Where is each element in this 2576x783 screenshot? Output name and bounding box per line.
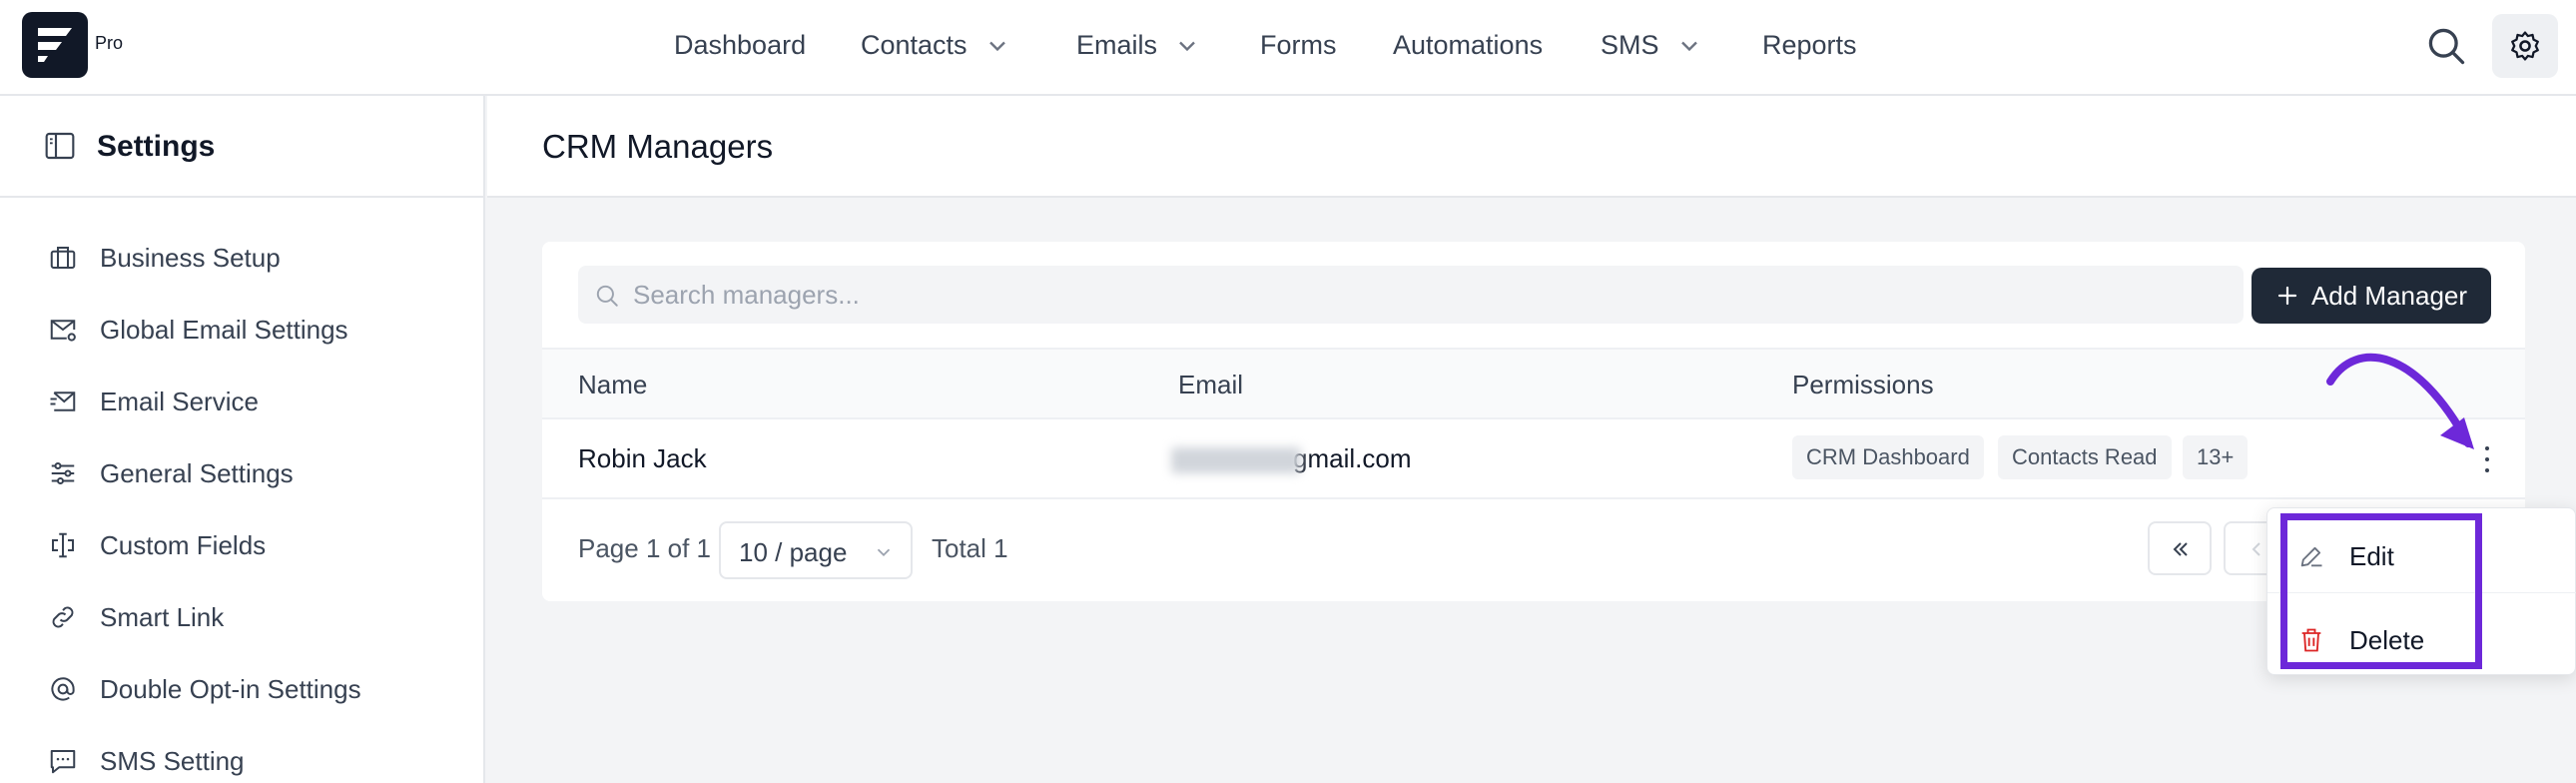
sidebar-item-label: Email Service	[100, 386, 259, 416]
chevron-down-icon	[877, 548, 891, 557]
sidebar-item-general-settings[interactable]: General Settings	[48, 453, 294, 493]
message-icon	[50, 750, 76, 774]
nav-label: Contacts	[861, 30, 967, 60]
page-size-value: 10 / page	[739, 537, 848, 567]
nav-dashboard[interactable]: Dashboard	[674, 30, 806, 61]
redacted-email-user	[1171, 447, 1301, 474]
column-header-permissions[interactable]: Permissions	[1792, 370, 1934, 400]
chevron-down-icon	[1179, 41, 1195, 51]
managers-card: Add Manager Name Email Permissions Robin…	[542, 242, 2525, 601]
custom-fields-icon	[52, 532, 74, 558]
nav-label: Reports	[1762, 30, 1857, 60]
sidebar-item-sms-setting[interactable]: SMS Setting	[48, 741, 245, 781]
manager-name: Robin Jack	[578, 443, 707, 473]
mail-settings-icon	[50, 320, 76, 342]
search-icon	[596, 285, 618, 307]
permission-tag: Contacts Read	[1998, 435, 2172, 479]
total-count: Total 1	[932, 533, 1008, 563]
sidebar-header: Settings	[0, 96, 483, 198]
sliders-icon	[51, 462, 75, 484]
sidebar-item-label: Smart Link	[100, 601, 225, 632]
nav-label: Forms	[1260, 30, 1337, 60]
sidebar-item-business-setup[interactable]: Business Setup	[48, 238, 281, 278]
annotation-highlight-box	[2280, 513, 2482, 669]
nav-label: Automations	[1393, 30, 1544, 60]
gear-icon	[2511, 31, 2539, 61]
sidebar-item-global-email-settings[interactable]: Global Email Settings	[48, 310, 348, 350]
nav-emails[interactable]: Emails	[1076, 30, 1201, 61]
annotation-arrow	[2326, 354, 2474, 449]
page-size-select[interactable]: 10 / page	[719, 521, 913, 579]
permission-tag: CRM Dashboard	[1792, 435, 1984, 479]
search-bar[interactable]	[578, 266, 2244, 324]
plus-icon	[2277, 286, 2297, 306]
nav-sms[interactable]: SMS	[1601, 30, 1703, 61]
table-header: Name Email Permissions	[542, 348, 2525, 419]
sidebar-item-label: Global Email Settings	[100, 314, 348, 345]
sidebar-item-double-opt-in[interactable]: Double Opt-in Settings	[48, 669, 361, 709]
settings-sidebar: Settings Business Setup Global Email Set…	[0, 96, 485, 783]
main-header: CRM Managers	[487, 96, 2576, 198]
page-indicator: Page 1 of 1	[578, 533, 711, 563]
sidebar-item-email-service[interactable]: Email Service	[48, 382, 259, 421]
at-sign-icon	[51, 677, 75, 701]
sidebar-panel-icon[interactable]	[44, 131, 76, 161]
nav-reports[interactable]: Reports	[1762, 30, 1857, 61]
first-page-button[interactable]	[2148, 521, 2212, 575]
sidebar-item-label: General Settings	[100, 457, 294, 488]
mail-send-icon	[50, 392, 76, 411]
page-title: CRM Managers	[542, 128, 774, 165]
manager-email: gmail.com	[1171, 443, 1411, 474]
permission-more-tag[interactable]: 13+	[2183, 435, 2249, 479]
sidebar-title: Settings	[97, 130, 216, 163]
chevrons-left-icon	[2173, 542, 2188, 556]
nav-forms[interactable]: Forms	[1260, 30, 1337, 61]
chevron-left-icon	[2252, 542, 2260, 556]
search-input[interactable]	[633, 266, 2231, 324]
add-manager-button[interactable]: Add Manager	[2252, 268, 2491, 324]
sidebar-item-smart-link[interactable]: Smart Link	[48, 597, 224, 637]
chevron-down-icon	[1680, 41, 1697, 51]
nav-label: Dashboard	[674, 30, 807, 60]
settings-button[interactable]	[2492, 14, 2558, 78]
chevron-down-icon	[988, 41, 1005, 51]
sidebar-item-label: Business Setup	[100, 242, 281, 273]
column-header-email[interactable]: Email	[1178, 370, 1243, 400]
briefcase-icon	[50, 247, 76, 269]
pagination: Page 1 of 1 10 / page Total 1	[542, 499, 2525, 599]
sidebar-item-label: Double Opt-in Settings	[100, 673, 361, 704]
email-domain: gmail.com	[1293, 443, 1412, 473]
nav-contacts[interactable]: Contacts	[861, 30, 1011, 61]
column-header-name[interactable]: Name	[578, 370, 647, 400]
top-navbar: Pro Dashboard Contacts Emails Forms Auto…	[0, 0, 2576, 96]
nav-automations[interactable]: Automations	[1393, 30, 1543, 61]
table-row[interactable]: Robin Jack gmail.com CRM Dashboard Conta…	[542, 419, 2525, 499]
sidebar-item-label: SMS Setting	[100, 745, 245, 776]
search-icon[interactable]	[2424, 24, 2468, 68]
nav-label: Emails	[1076, 30, 1158, 60]
add-manager-label: Add Manager	[2310, 280, 2468, 311]
sidebar-item-custom-fields[interactable]: Custom Fields	[48, 525, 266, 565]
link-icon	[52, 606, 74, 628]
sidebar-item-label: Custom Fields	[100, 529, 267, 560]
nav-label: SMS	[1601, 30, 1659, 60]
